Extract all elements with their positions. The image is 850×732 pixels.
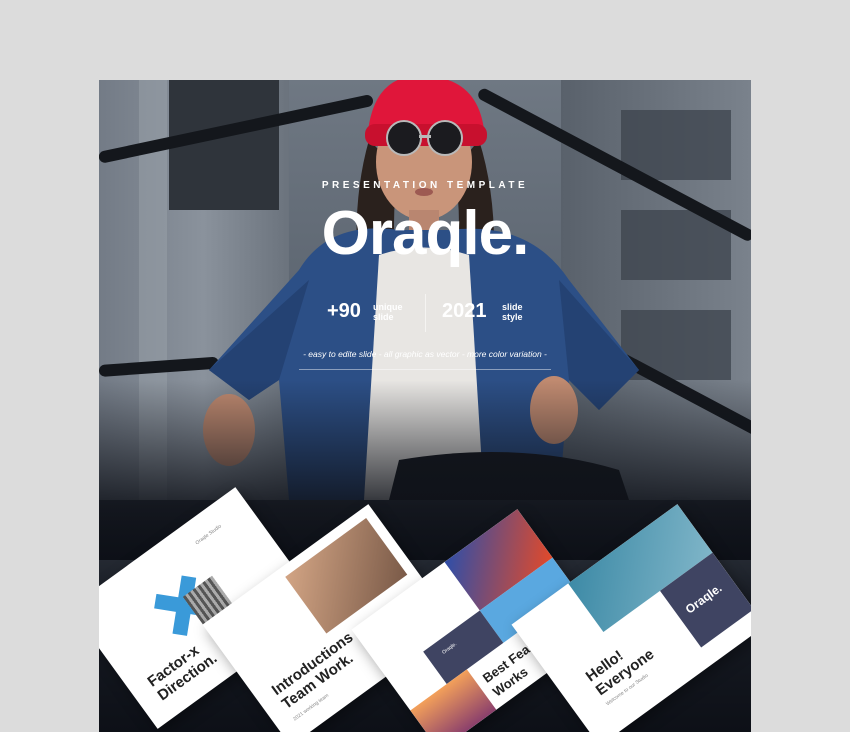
stat-label: unique slide xyxy=(373,302,403,322)
slide-title: Hello! Everyone xyxy=(583,632,658,699)
kicker-text: PRESENTATION TEMPLATE xyxy=(321,180,529,191)
stat-number: 2021 xyxy=(442,300,487,322)
stat-label-line1: slide xyxy=(502,302,523,312)
stat-label: slide style xyxy=(502,302,523,322)
stat-label-line1: unique xyxy=(373,302,403,312)
slide-caption: Oraqle Studio xyxy=(194,523,223,547)
hero-poster: PRESENTATION TEMPLATE Oraqle. +90 unique… xyxy=(99,80,751,732)
brand-title: Oraqle. xyxy=(321,199,530,268)
stat-label-line2: style xyxy=(502,312,523,322)
stat-label-line2: slide xyxy=(373,312,394,322)
feature-rule xyxy=(299,369,551,370)
slide-title: Factor-x Direction. xyxy=(144,636,220,704)
stat-number: +90 xyxy=(327,300,361,322)
stat-divider xyxy=(425,294,426,332)
feature-list: - easy to edite slide - all graphic as v… xyxy=(303,349,547,359)
